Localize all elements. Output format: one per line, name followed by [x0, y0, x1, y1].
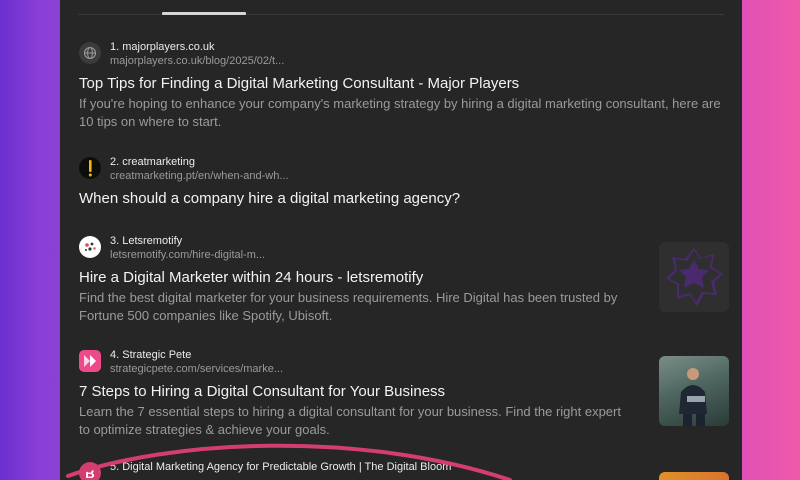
- search-results-panel: 1. majorplayers.co.uk majorplayers.co.uk…: [60, 0, 742, 480]
- result-source[interactable]: 4. Strategic Pete strategicpete.com/serv…: [79, 348, 729, 378]
- result-url[interactable]: letsremotify.com/hire-digital-m...: [110, 248, 265, 262]
- result-url[interactable]: majorplayers.co.uk/blog/2025/02/t...: [110, 54, 284, 68]
- result-url[interactable]: strategicpete.com/services/marke...: [110, 362, 283, 376]
- result-title[interactable]: When should a company hire a digital mar…: [79, 189, 729, 209]
- result-thumbnail[interactable]: [659, 242, 729, 312]
- result-site-name: 3. Letsremotify: [110, 235, 183, 247]
- result-site-name: 4. Strategic Pete: [110, 349, 192, 361]
- result-source[interactable]: 3. Letsremotify letsremotify.com/hire-di…: [79, 234, 729, 264]
- digital-bloom-logo-icon: B: [79, 462, 101, 480]
- result-item[interactable]: 1. majorplayers.co.uk majorplayers.co.uk…: [79, 40, 729, 131]
- result-item[interactable]: B 5. Digital Marketing Agency for Predic…: [79, 460, 729, 480]
- result-site-name: 2. creatmarketing: [110, 156, 195, 168]
- result-thumbnail[interactable]: [659, 472, 729, 480]
- result-site-name: 5. Digital Marketing Agency for Predicta…: [110, 461, 452, 473]
- result-title[interactable]: 7 Steps to Hiring a Digital Consultant f…: [79, 382, 729, 402]
- result-thumbnail[interactable]: [659, 356, 729, 426]
- result-snippet: Learn the 7 essential steps to hiring a …: [79, 404, 621, 437]
- result-source[interactable]: 1. majorplayers.co.uk majorplayers.co.uk…: [79, 40, 729, 70]
- result-source[interactable]: 2. creatmarketing creatmarketing.pt/en/w…: [79, 155, 729, 185]
- result-source[interactable]: B 5. Digital Marketing Agency for Predic…: [79, 460, 729, 480]
- globe-icon: [79, 42, 101, 64]
- result-item[interactable]: 3. Letsremotify letsremotify.com/hire-di…: [79, 234, 729, 325]
- result-site-name: 1. majorplayers.co.uk: [110, 41, 215, 53]
- man-with-laptop-photo: [679, 368, 707, 426]
- result-item[interactable]: 4. Strategic Pete strategicpete.com/serv…: [79, 348, 729, 439]
- result-title[interactable]: Hire a Digital Marketer within 24 hours …: [79, 268, 729, 288]
- creatmarketing-logo-icon: [79, 157, 101, 179]
- result-url[interactable]: creatmarketing.pt/en/when-and-wh...: [110, 169, 289, 183]
- strategic-pete-logo-icon: [79, 350, 101, 372]
- result-title[interactable]: Top Tips for Finding a Digital Marketing…: [79, 74, 729, 94]
- result-snippet: If you're hoping to enhance your company…: [79, 96, 721, 129]
- result-snippet: Find the best digital marketer for your …: [79, 290, 618, 323]
- active-tab-indicator: [162, 12, 246, 15]
- result-item[interactable]: 2. creatmarketing creatmarketing.pt/en/w…: [79, 155, 729, 209]
- star-badge-icon: [666, 248, 723, 306]
- letsremotify-logo-icon: [79, 236, 101, 258]
